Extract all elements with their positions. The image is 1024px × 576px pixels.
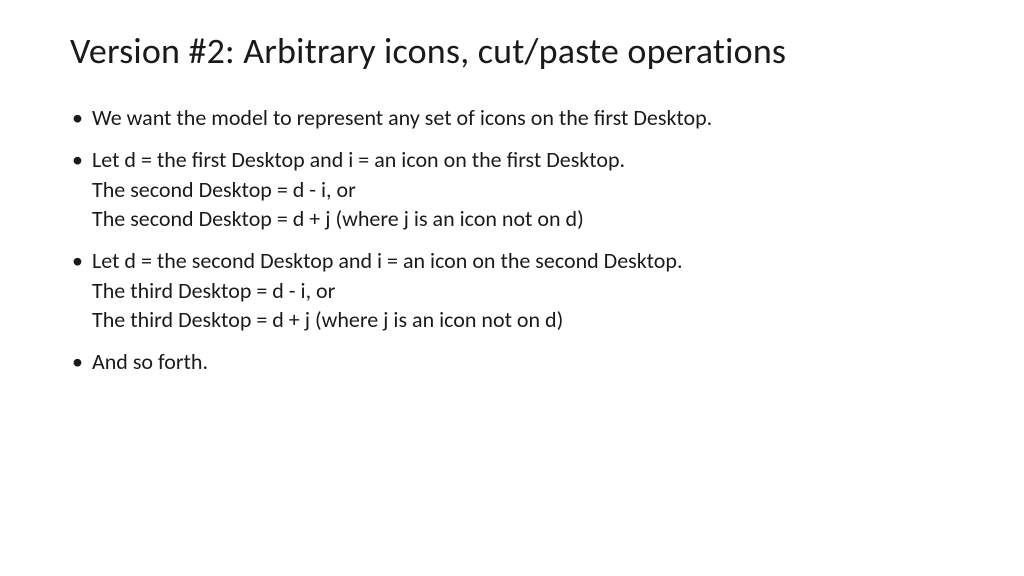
bullet-text: We want the model to represent any set o… (92, 103, 954, 133)
bullet-text: Let d = the second Desktop and i = an ic… (92, 246, 954, 276)
bullet-text: And so forth. (92, 347, 954, 377)
bullet-text: The third Desktop = d - i, or (92, 276, 954, 306)
bullet-list: We want the model to represent any set o… (70, 103, 954, 377)
list-item: We want the model to represent any set o… (70, 103, 954, 133)
list-item: Let d = the first Desktop and i = an ico… (70, 145, 954, 234)
slide-title: Version #2: Arbitrary icons, cut/paste o… (70, 30, 954, 73)
list-item: Let d = the second Desktop and i = an ic… (70, 246, 954, 335)
bullet-text: Let d = the first Desktop and i = an ico… (92, 145, 954, 175)
bullet-text: The third Desktop = d + j (where j is an… (92, 305, 954, 335)
list-item: And so forth. (70, 347, 954, 377)
bullet-text: The second Desktop = d - i, or (92, 175, 954, 205)
bullet-text: The second Desktop = d + j (where j is a… (92, 204, 954, 234)
